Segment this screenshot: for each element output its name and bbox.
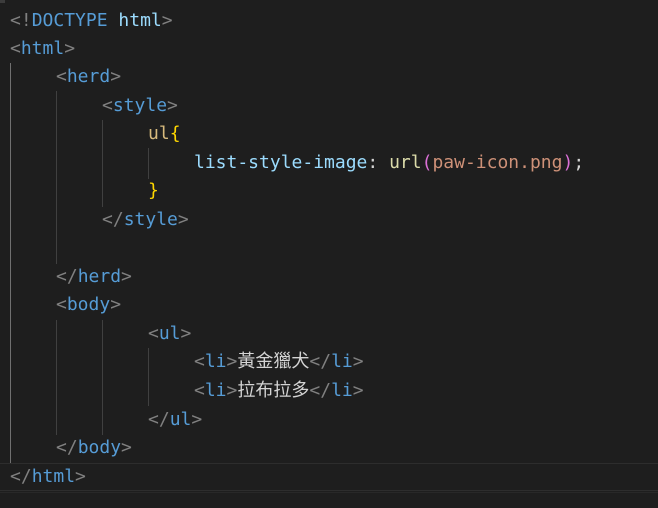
css-paren-open: ( [421,152,433,173]
indent-guide-html [10,63,11,463]
css-selector: ul [148,123,170,144]
indent-guide-css-rule [148,148,149,179]
tag-close-bracket: > [226,351,238,372]
code-line-css-selector[interactable]: ul{ [148,120,181,148]
css-open-brace: { [169,123,181,144]
code-line-style-open[interactable]: <style> [102,92,178,120]
tag-name-html: html [20,38,65,59]
end-tag-open-bracket: </ [102,209,124,230]
indent-guide-body-inner [102,320,103,435]
indent-guide-ul [148,348,149,406]
css-colon: : [367,152,390,173]
scroll-indicator [0,0,5,3]
tag-open-bracket: < [194,351,205,372]
tag-close-bracket: > [352,351,364,372]
code-line-html-open[interactable]: <html> [10,35,75,63]
css-semicolon: ; [573,152,585,173]
code-editor[interactable]: <!DOCTYPE html> <html> <herd> <style> ul… [0,0,658,508]
end-tag-open-bracket: </ [10,466,32,487]
list-item-text: 拉布拉多 [237,380,310,401]
css-url-value: paw-icon.png [432,152,563,173]
doctype-space [108,10,119,31]
tag-close-bracket: > [352,380,364,401]
tag-close-bracket: > [64,38,76,59]
list-item-text: 黃金獵犬 [237,351,310,372]
css-property: list-style-image [194,152,368,173]
code-line-herd-close[interactable]: </herd> [56,263,132,291]
doctype-keyword: DOCTYPE [31,10,108,31]
css-paren-close: ) [562,152,574,173]
editor-bottom-edge [0,492,658,508]
code-line-herd-open[interactable]: <herd> [56,63,121,91]
tag-name-style: style [112,95,168,116]
tag-close-bracket: > [180,323,192,344]
code-line-body-close[interactable]: </body> [56,434,132,462]
code-line-style-close[interactable]: </style> [102,206,189,234]
tag-open-bracket: < [102,95,113,116]
tag-open-bracket: < [10,38,21,59]
tag-name-herd: herd [77,266,122,287]
tag-open-bracket: < [148,323,159,344]
indent-guide-herd [56,91,57,264]
tag-name-li: li [204,351,227,372]
tag-close-bracket: > [167,95,178,116]
code-line-css-close[interactable]: } [148,177,159,205]
tag-close-bracket: > [110,66,122,87]
doctype-open: <! [10,10,32,31]
tag-open-bracket: < [194,380,205,401]
tag-close-bracket: > [226,380,238,401]
doctype-close: > [161,10,173,31]
end-tag-open-bracket: </ [309,380,332,401]
indent-guide-style [102,120,103,207]
end-tag-open-bracket: </ [148,409,170,430]
tag-open-bracket: < [56,294,67,315]
code-line-ul-open[interactable]: <ul> [148,320,191,348]
end-tag-open-bracket: </ [56,437,78,458]
tag-close-bracket: > [75,466,86,487]
tag-name-body: body [77,437,122,458]
end-tag-open-bracket: </ [309,351,332,372]
code-line-html-close[interactable]: </html> [10,463,86,491]
tag-name-html: html [31,466,76,487]
tag-name-ul: ul [158,323,181,344]
tag-open-bracket: < [56,66,67,87]
tag-close-bracket: > [177,209,189,230]
indent-guide-body [56,320,57,435]
code-line-css-declaration[interactable]: list-style-image: url(paw-icon.png); [194,149,584,177]
tag-name-li: li [204,380,227,401]
css-close-brace: } [148,180,159,201]
tag-close-bracket: > [110,294,122,315]
doctype-name: html [118,10,162,31]
tag-name-li: li [331,351,353,372]
tag-close-bracket: > [121,437,132,458]
code-line-li-1[interactable]: <li>黃金獵犬</li> [194,348,364,376]
tag-name-style: style [123,209,178,230]
code-line-body-open[interactable]: <body> [56,291,121,319]
tag-close-bracket: > [121,266,132,287]
tag-name-herd: herd [66,66,111,87]
code-line-ul-close[interactable]: </ul> [148,406,202,434]
current-line-highlight [0,463,658,491]
css-function: url [389,152,422,173]
code-line-doctype[interactable]: <!DOCTYPE html> [10,7,173,35]
tag-name-li: li [331,380,353,401]
tag-name-ul: ul [169,409,192,430]
tag-name-body: body [66,294,111,315]
end-tag-open-bracket: </ [56,266,78,287]
tag-close-bracket: > [191,409,203,430]
code-line-li-2[interactable]: <li>拉布拉多</li> [194,377,364,405]
